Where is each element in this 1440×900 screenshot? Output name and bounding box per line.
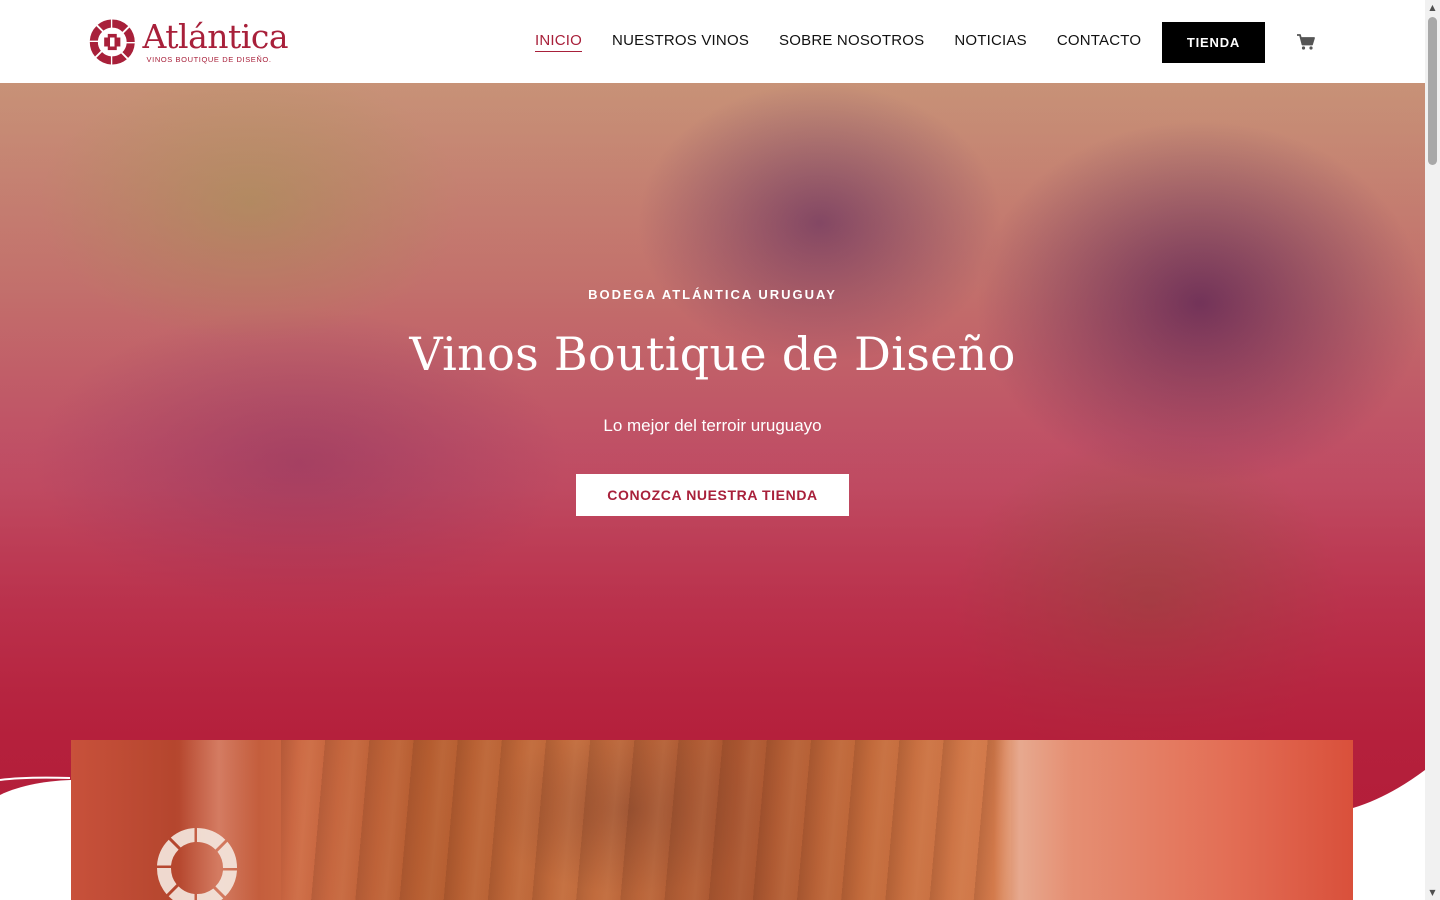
hero-eyebrow: BODEGA ATLÁNTICA URUGUAY	[588, 287, 837, 302]
scroll-down-arrow-icon[interactable]: ▼	[1425, 885, 1440, 900]
nav-item-noticias[interactable]: NOTICIAS	[954, 32, 1026, 51]
scroll-up-arrow-icon[interactable]: ▲	[1425, 0, 1440, 15]
nav-item-sobre-nosotros[interactable]: SOBRE NOSOTROS	[779, 32, 924, 51]
shopping-cart-icon[interactable]	[1296, 32, 1316, 52]
brand-tagline: VINOS BOUTIQUE DE DISEÑO.	[146, 55, 272, 64]
atlantica-logo-icon	[89, 19, 135, 65]
hero-title: Vinos Boutique de Diseño	[409, 327, 1016, 381]
site-header: Atlántica VINOS BOUTIQUE DE DISEÑO. INIC…	[0, 0, 1425, 83]
brand-logo[interactable]: Atlántica VINOS BOUTIQUE DE DISEÑO.	[88, 14, 289, 70]
atlantica-emblem-icon	[156, 828, 238, 900]
shop-cta-button[interactable]: CONOZCA NUESTRA TIENDA	[576, 474, 849, 516]
nav-item-contacto[interactable]: CONTACTO	[1057, 32, 1141, 51]
scroll-thumb[interactable]	[1428, 17, 1437, 165]
shop-button[interactable]: TIENDA	[1162, 22, 1265, 63]
nav-item-nuestros-vinos[interactable]: NUESTROS VINOS	[612, 32, 749, 51]
brand-name: Atlántica	[142, 17, 289, 56]
nav-item-inicio[interactable]: INICIO	[535, 32, 583, 52]
main-nav: INICIO NUESTROS VINOS SOBRE NOSOTROS NOT…	[535, 0, 1171, 83]
card-barrel-texture	[281, 740, 1011, 900]
page-scrollbar[interactable]: ▲ ▼	[1425, 0, 1440, 900]
winery-image-card	[71, 740, 1353, 900]
hero-subtitle: Lo mejor del terroir uruguayo	[603, 416, 822, 435]
